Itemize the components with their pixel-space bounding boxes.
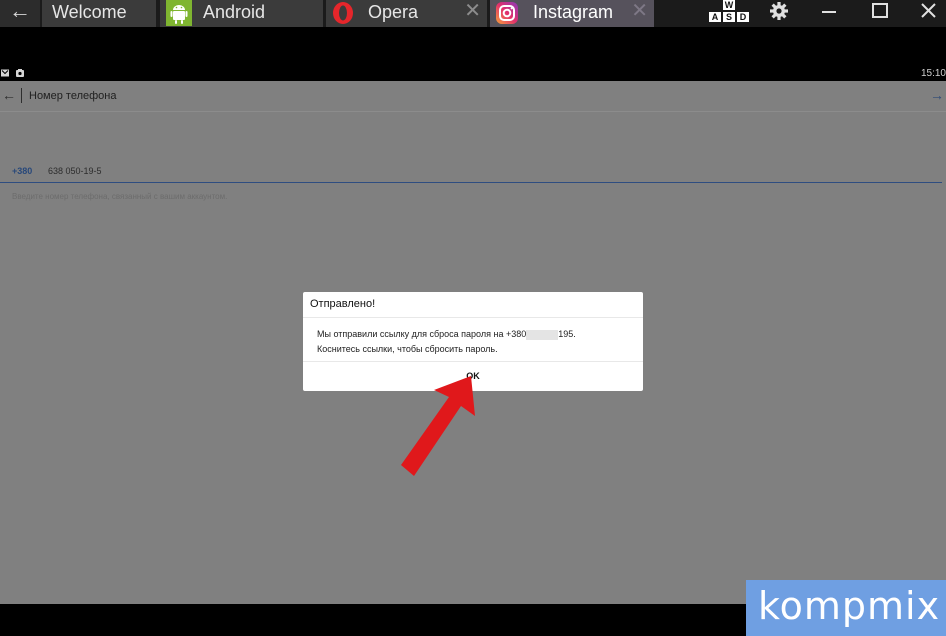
dialog-message-line2: Коснитесь ссылки, чтобы сбросить пароль.	[317, 344, 498, 354]
android-status-bar: 15:10	[0, 64, 946, 81]
tab-opera[interactable]: Opera ✕	[326, 0, 487, 27]
maximize-icon[interactable]	[864, 0, 896, 27]
tab-label: Android	[203, 2, 266, 22]
minimize-icon[interactable]	[814, 0, 844, 27]
divider	[303, 317, 643, 318]
divider	[21, 88, 22, 103]
dialog-message: Мы отправили ссылку для сброса пароля на…	[317, 327, 576, 357]
back-arrow-icon[interactable]: ←	[0, 0, 40, 27]
dialog-title: Отправлено!	[310, 298, 376, 310]
tab-label: Welcome	[52, 2, 127, 22]
close-window-icon[interactable]	[912, 0, 946, 27]
close-icon[interactable]: ✕	[631, 0, 648, 22]
input-underline	[0, 182, 942, 183]
watermark: kompmix	[746, 580, 946, 636]
instagram-icon	[494, 0, 520, 26]
tab-label: Instagram	[533, 2, 614, 22]
tab-welcome[interactable]: Welcome	[42, 0, 156, 27]
helper-text: Введите номер телефона, связанный с ваши…	[12, 192, 228, 201]
opera-icon	[330, 0, 356, 26]
tab-label: Opera	[368, 2, 419, 22]
key-d: D	[737, 12, 749, 22]
keyboard-mapping-icon[interactable]: W A S D	[709, 0, 751, 25]
back-arrow-icon[interactable]: ←	[2, 87, 16, 103]
key-w: W	[723, 0, 735, 10]
page-title: Номер телефона	[29, 90, 117, 102]
clock: 15:10	[920, 68, 946, 79]
tab-android[interactable]: Android	[160, 0, 323, 27]
next-arrow-icon[interactable]: →	[930, 87, 944, 103]
emulator-tab-bar: ← Welcome Android Opera ✕ Instagram ✕ W …	[0, 0, 946, 27]
close-icon[interactable]: ✕	[464, 0, 481, 22]
android-robot-icon	[166, 0, 192, 26]
dialog-message-line1-start: Мы отправили ссылку для сброса пароля на…	[317, 329, 527, 339]
notification-icons	[1, 69, 24, 77]
action-bar: ← Номер телефона →	[0, 81, 946, 112]
country-code-selector[interactable]: +380	[12, 166, 32, 176]
redacted-digits	[526, 329, 559, 340]
key-a: A	[709, 12, 721, 22]
tab-instagram[interactable]: Instagram ✕	[490, 0, 654, 27]
gear-icon[interactable]	[764, 0, 794, 27]
phone-number-input[interactable]	[48, 164, 928, 178]
annotation-arrow-icon	[401, 376, 475, 476]
watermark-text: kompmix	[758, 584, 941, 628]
dialog-message-line1-end: 195.	[558, 329, 576, 339]
android-screen: ← Номер телефона → +380 Введите номер те…	[0, 81, 946, 604]
key-s: S	[723, 12, 735, 22]
